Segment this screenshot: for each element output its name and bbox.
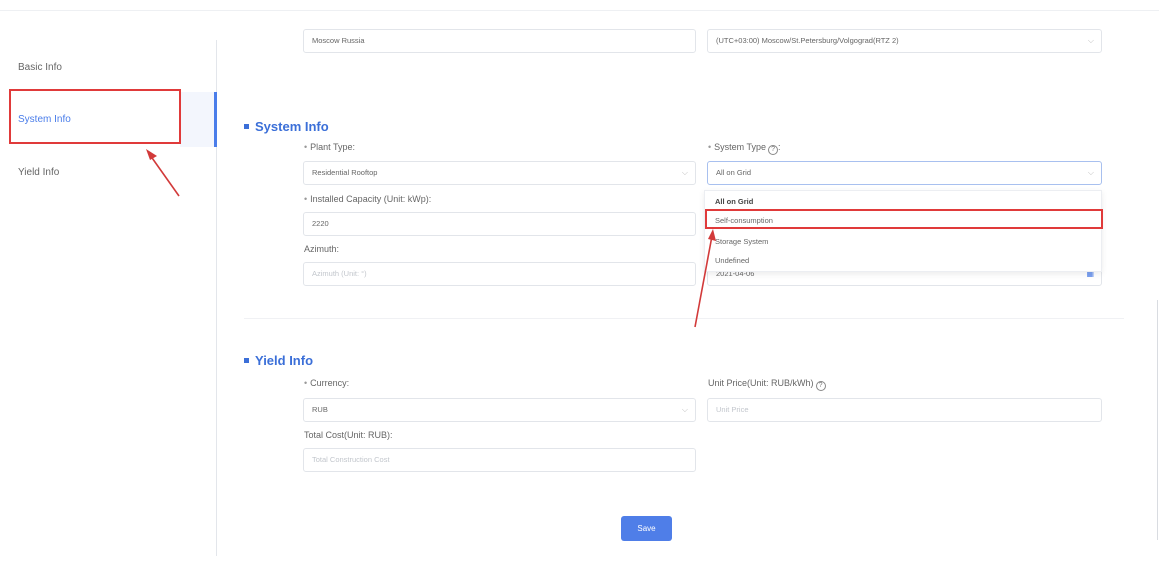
chevron-down-icon: ⌵ bbox=[1087, 36, 1094, 45]
plant-name-value: Moscow Russia bbox=[312, 36, 365, 45]
unit-price-label: Unit Price(Unit: RUB/kWh)? bbox=[708, 378, 826, 391]
currency-label-text: Currency: bbox=[310, 378, 350, 388]
top-divider bbox=[0, 10, 1159, 11]
dropdown-option-storage-system[interactable]: Storage System bbox=[715, 237, 768, 246]
plant-name-input[interactable]: Moscow Russia bbox=[303, 29, 696, 53]
unit-price-input[interactable]: Unit Price bbox=[707, 398, 1102, 422]
arrow-to-system-info bbox=[146, 149, 180, 197]
sidebar-active-background bbox=[180, 92, 216, 147]
section-title-system-info: System Info bbox=[244, 119, 329, 134]
timezone-value: (UTC+03:00) Moscow/St.Petersburg/Volgogr… bbox=[716, 36, 899, 45]
system-info-title: System Info bbox=[255, 119, 329, 134]
question-circle-icon[interactable]: ? bbox=[768, 145, 779, 155]
currency-value: RUB bbox=[312, 405, 328, 414]
azimuth-label: Azimuth: bbox=[304, 244, 340, 254]
system-type-label-text: System Type bbox=[714, 142, 767, 152]
total-cost-placeholder: Total Construction Cost bbox=[312, 455, 390, 464]
plant-type-select[interactable]: Residential Rooftop ⌵ bbox=[303, 161, 696, 185]
currency-select[interactable]: RUB ⌵ bbox=[303, 398, 696, 422]
section-title-yield-info: Yield Info bbox=[244, 353, 313, 368]
system-type-select[interactable]: All on Grid ⌵ bbox=[707, 161, 1102, 185]
scrollbar-track[interactable] bbox=[1157, 300, 1158, 540]
system-type-label: • System Type?: bbox=[708, 142, 781, 155]
currency-label: • Currency: bbox=[304, 378, 350, 388]
chevron-down-icon: ⌵ bbox=[681, 168, 688, 177]
system-type-value: All on Grid bbox=[716, 168, 752, 177]
azimuth-placeholder: Azimuth (Unit: °) bbox=[312, 269, 367, 278]
question-circle-icon[interactable]: ? bbox=[815, 381, 826, 391]
sidebar-item-basic-info[interactable]: Basic Info bbox=[18, 62, 62, 73]
section-divider bbox=[244, 318, 1124, 319]
dropdown-option-undefined[interactable]: Undefined bbox=[715, 256, 749, 265]
dropdown-option-all-on-grid[interactable]: All on Grid bbox=[715, 197, 753, 206]
unit-price-label-text: Unit Price(Unit: RUB/kWh) bbox=[708, 378, 814, 388]
plant-type-value: Residential Rooftop bbox=[312, 168, 378, 177]
plant-type-label: • Plant Type: bbox=[304, 142, 356, 152]
unit-price-placeholder: Unit Price bbox=[716, 405, 749, 414]
save-button[interactable]: Save bbox=[621, 516, 672, 541]
capacity-label-text: Installed Capacity (Unit: kWp): bbox=[310, 194, 432, 204]
section-marker-icon bbox=[244, 358, 249, 363]
section-marker-icon bbox=[244, 124, 249, 129]
sidebar-active-indicator bbox=[214, 92, 217, 147]
annotation-arrows bbox=[146, 149, 716, 328]
sidebar-item-yield-info[interactable]: Yield Info bbox=[18, 167, 59, 178]
annotation-highlight-self-consumption bbox=[705, 209, 1103, 229]
chevron-down-icon: ⌵ bbox=[681, 405, 688, 414]
total-cost-input[interactable]: Total Construction Cost bbox=[303, 448, 696, 472]
timezone-select[interactable]: (UTC+03:00) Moscow/St.Petersburg/Volgogr… bbox=[707, 29, 1102, 53]
capacity-value: 2220 bbox=[312, 219, 329, 228]
system-type-dropdown: All on Grid Self-consumption Storage Sys… bbox=[704, 190, 1102, 272]
plant-type-label-text: Plant Type: bbox=[310, 142, 356, 152]
capacity-label: • Installed Capacity (Unit: kWp): bbox=[304, 194, 432, 204]
yield-info-title: Yield Info bbox=[255, 353, 314, 368]
total-cost-label: Total Cost(Unit: RUB): bbox=[304, 430, 393, 440]
annotation-highlight-system-info bbox=[9, 89, 181, 144]
chevron-down-icon: ⌵ bbox=[1087, 168, 1094, 177]
capacity-input[interactable]: 2220 bbox=[303, 212, 696, 236]
azimuth-input[interactable]: Azimuth (Unit: °) bbox=[303, 262, 696, 286]
